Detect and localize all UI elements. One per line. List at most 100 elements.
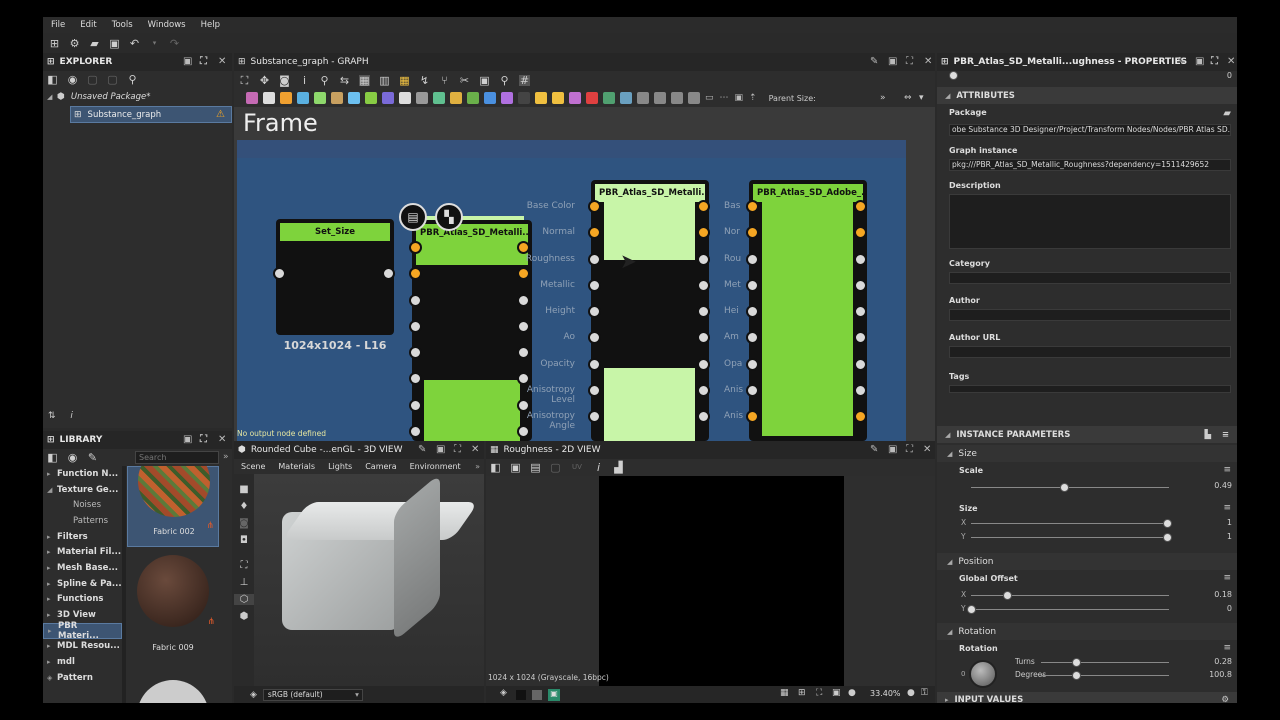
screenshot-icon[interactable]: ◘ bbox=[234, 535, 254, 546]
channel-icon[interactable]: ▣ bbox=[548, 689, 560, 701]
output-port[interactable] bbox=[697, 305, 710, 318]
link-icon[interactable]: ⇆ bbox=[339, 75, 350, 86]
tree-splitter[interactable] bbox=[122, 466, 126, 703]
expand-toolbar-icon[interactable]: » bbox=[880, 93, 886, 103]
menu-edit[interactable]: Edit bbox=[80, 20, 96, 30]
maximize-icon[interactable]: ⛶ bbox=[906, 444, 913, 455]
layers-icon[interactable]: ◈ bbox=[250, 690, 257, 700]
tools-icon[interactable]: ✂ bbox=[459, 75, 470, 86]
uv-label[interactable]: UV bbox=[570, 462, 584, 473]
param-menu-icon[interactable]: ≡ bbox=[1223, 643, 1231, 653]
expand-arrow-icon[interactable]: ▸ bbox=[47, 470, 57, 478]
info-icon[interactable]: i bbox=[299, 75, 310, 86]
toolbar-dropdown-icon[interactable]: ▾ bbox=[919, 93, 924, 103]
expand-arrow-icon[interactable]: ▸ bbox=[47, 548, 57, 556]
checker-badge-icon[interactable]: ▚ bbox=[435, 203, 463, 231]
share-icon[interactable]: ⚙ bbox=[69, 38, 80, 49]
input-port[interactable] bbox=[746, 410, 759, 423]
branch-icon[interactable]: ⑂ bbox=[439, 75, 450, 86]
tile-icon[interactable]: ▢ bbox=[550, 462, 561, 473]
float-icon[interactable]: ▣ bbox=[436, 444, 445, 455]
input-port[interactable] bbox=[273, 267, 286, 280]
output-port[interactable] bbox=[697, 358, 710, 371]
input-port[interactable] bbox=[409, 294, 422, 307]
bg-checker-icon[interactable] bbox=[532, 690, 542, 700]
expand-arrow-icon[interactable]: ▸ bbox=[47, 580, 57, 588]
add-icon[interactable]: ◉ bbox=[67, 74, 78, 85]
fx-node-icon[interactable] bbox=[433, 92, 445, 104]
curve-node-icon[interactable] bbox=[314, 92, 326, 104]
layers-icon[interactable]: ◈ bbox=[500, 688, 507, 698]
wire-icon[interactable]: ↯ bbox=[419, 75, 430, 86]
output-port[interactable] bbox=[854, 253, 867, 266]
input-port[interactable] bbox=[588, 305, 601, 318]
save-icon[interactable]: ▣ bbox=[109, 38, 120, 49]
tile-view-icon[interactable]: ▣ bbox=[832, 688, 841, 698]
snap-icon[interactable]: ▦ bbox=[399, 75, 410, 86]
top-slider-knob[interactable] bbox=[949, 71, 958, 80]
input-port[interactable] bbox=[746, 305, 759, 318]
library-item[interactable]: ▸ Function N... bbox=[43, 466, 122, 482]
warning-node-icon[interactable] bbox=[535, 92, 547, 104]
new-graph-icon[interactable]: ◧ bbox=[47, 74, 58, 85]
fx-map-node-icon[interactable] bbox=[603, 92, 615, 104]
align-icon[interactable]: ⊞ bbox=[798, 688, 806, 698]
input-port[interactable] bbox=[746, 279, 759, 292]
scale-slider-track[interactable] bbox=[971, 487, 1169, 488]
input-port[interactable] bbox=[746, 200, 759, 213]
clean-icon[interactable]: ⚲ bbox=[127, 74, 138, 85]
output-port[interactable] bbox=[697, 279, 710, 292]
graph-canvas[interactable]: Frame Set_Size 1024x1024 - L16 PBR_Atlas… bbox=[234, 107, 935, 441]
thumb-fabric-009[interactable]: ⋔ Fabric 009 bbox=[127, 551, 219, 671]
author-url-field[interactable] bbox=[949, 346, 1231, 358]
comment-icon[interactable]: ▭ bbox=[705, 93, 714, 103]
float-icon[interactable]: ▣ bbox=[1195, 56, 1204, 67]
input-port[interactable] bbox=[746, 384, 759, 397]
output-port[interactable] bbox=[697, 410, 710, 423]
offset-x-value[interactable]: 0.18 bbox=[1214, 590, 1232, 599]
doc-badge-icon[interactable]: ▤ bbox=[399, 203, 427, 231]
view-mode-icon[interactable]: ◧ bbox=[490, 462, 501, 473]
rotation-group[interactable]: ◢ Rotation bbox=[937, 623, 1237, 640]
graph-instance-field[interactable]: pkg:///PBR_Atlas_SD_Metallic_Roughness?d… bbox=[949, 159, 1231, 171]
turns-track[interactable] bbox=[1041, 662, 1169, 663]
copy-icon[interactable]: ▢ bbox=[87, 74, 98, 85]
collapse-arrow-icon[interactable]: ◢ bbox=[945, 92, 950, 100]
frame-node-icon[interactable]: ▣ bbox=[735, 93, 744, 103]
search-icon[interactable]: ⚲ bbox=[319, 75, 330, 86]
frame-title[interactable]: Frame bbox=[240, 107, 906, 140]
param-menu-icon[interactable]: ≡ bbox=[1223, 573, 1231, 583]
input-port[interactable] bbox=[746, 226, 759, 239]
input-port[interactable] bbox=[409, 241, 422, 254]
offset-y-track[interactable] bbox=[971, 609, 1169, 610]
zoom-value[interactable]: 33.40% bbox=[870, 689, 901, 698]
collapse-arrow-icon[interactable]: ◢ bbox=[947, 450, 952, 458]
preset-icon[interactable]: ▙ bbox=[1204, 430, 1211, 440]
set-size-node[interactable]: Set_Size bbox=[276, 219, 394, 335]
offset-x-knob[interactable] bbox=[1003, 591, 1012, 600]
input-port[interactable] bbox=[588, 279, 601, 292]
input-port[interactable] bbox=[588, 358, 601, 371]
input-port[interactable] bbox=[588, 226, 601, 239]
dropdown-arrow-icon[interactable]: ▾ bbox=[149, 38, 160, 49]
fit-icon[interactable]: ⛶ bbox=[816, 688, 822, 698]
bg-black-icon[interactable] bbox=[516, 690, 526, 700]
output-port[interactable] bbox=[517, 372, 530, 385]
degrees-knob[interactable] bbox=[1072, 671, 1081, 680]
expand-arrow-icon[interactable]: ▸ bbox=[47, 611, 57, 619]
atlas-node-3[interactable]: PBR_Atlas_SD_Adobe_... bbox=[749, 180, 867, 441]
grid-toggle-icon[interactable]: # bbox=[519, 74, 530, 86]
levels-node-icon[interactable] bbox=[331, 92, 343, 104]
pin-icon[interactable]: ✎ bbox=[418, 444, 426, 455]
open-folder-icon[interactable]: ▰ bbox=[89, 38, 100, 49]
pin-node-icon[interactable]: ⋯ bbox=[720, 93, 729, 103]
histogram-icon[interactable]: ▟ bbox=[613, 462, 624, 473]
library-item[interactable]: ▸ Filters bbox=[43, 529, 122, 545]
library-item[interactable]: ◈ Pattern bbox=[43, 670, 122, 686]
library-add-icon[interactable]: ◉ bbox=[67, 452, 78, 463]
blur-node-icon[interactable] bbox=[382, 92, 394, 104]
size-x-knob[interactable] bbox=[1163, 519, 1172, 528]
output-port[interactable] bbox=[517, 425, 530, 438]
rotation-dial[interactable] bbox=[969, 660, 997, 688]
grid-icon[interactable]: ▥ bbox=[379, 75, 390, 86]
